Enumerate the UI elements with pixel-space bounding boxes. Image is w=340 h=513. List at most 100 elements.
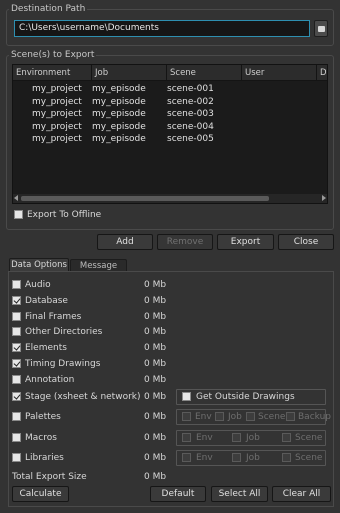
stage-size: 0 Mb — [144, 392, 167, 402]
macros-job-label: Job — [246, 433, 260, 443]
stage-checkbox[interactable] — [12, 392, 21, 401]
libraries-label: Libraries — [25, 453, 64, 463]
palettes-checkbox[interactable] — [12, 412, 21, 421]
scenes-table-header: Environment Job Scene User Da — [13, 65, 327, 81]
cell-scene: scene-005 — [167, 134, 214, 144]
palettes-scene-label: Scene — [258, 412, 286, 422]
macros-checkbox[interactable] — [12, 433, 21, 442]
export-offline-checkbox[interactable] — [14, 210, 23, 219]
cell-scene: scene-004 — [167, 121, 214, 132]
select-all-button[interactable]: Select All — [211, 486, 268, 502]
cell-job: my_episode — [92, 121, 146, 132]
libraries-size: 0 Mb — [144, 453, 167, 463]
clear-all-button[interactable]: Clear All — [272, 486, 331, 502]
remove-button[interactable]: Remove — [157, 234, 213, 250]
libraries-scene-label: Scene — [295, 453, 323, 463]
other-directories-size: 0 Mb — [144, 327, 167, 337]
table-row[interactable]: my_project my_episode scene-002 — [13, 96, 327, 109]
column-header-date[interactable]: Da — [317, 65, 327, 81]
tab-data-options[interactable]: Data Options — [9, 258, 69, 272]
palettes-job-checkbox[interactable] — [215, 412, 224, 421]
destination-path-legend: Destination Path — [11, 4, 86, 14]
palettes-scene-checkbox[interactable] — [246, 412, 255, 421]
elements-checkbox[interactable] — [12, 343, 21, 352]
column-header-environment[interactable]: Environment — [13, 65, 92, 81]
total-export-size-label: Total Export Size — [12, 472, 87, 482]
get-outside-drawings-label: Get Outside Drawings — [196, 392, 295, 402]
annotation-label: Annotation — [25, 375, 75, 385]
palettes-env-label: Env — [195, 412, 212, 422]
stage-label: Stage (xsheet & network) — [25, 392, 141, 402]
destination-path-input[interactable]: C:\Users\username\Documents — [14, 20, 310, 37]
palettes-env-checkbox[interactable] — [182, 412, 191, 421]
libraries-checkbox[interactable] — [12, 453, 21, 462]
macros-scene-checkbox[interactable] — [282, 433, 291, 442]
add-button[interactable]: Add — [97, 234, 153, 250]
libraries-env-checkbox[interactable] — [182, 453, 191, 462]
macros-env-checkbox[interactable] — [182, 433, 191, 442]
cell-scene: scene-002 — [167, 96, 214, 107]
table-row[interactable]: my_project my_episode scene-005 — [13, 133, 327, 146]
column-header-user[interactable]: User — [242, 65, 317, 81]
default-button[interactable]: Default — [150, 486, 206, 502]
annotation-size: 0 Mb — [144, 375, 167, 385]
browse-button[interactable] — [314, 20, 328, 37]
final-frames-checkbox[interactable] — [12, 312, 21, 321]
cell-environment: my_project — [32, 96, 82, 107]
close-button[interactable]: Close — [278, 234, 334, 250]
export-offline-label: Export To Offline — [27, 210, 102, 220]
elements-label: Elements — [25, 343, 67, 353]
column-header-job[interactable]: Job — [92, 65, 167, 81]
cell-scene: scene-001 — [167, 84, 214, 94]
table-row[interactable]: my_project my_episode scene-001 — [13, 83, 327, 96]
cell-job: my_episode — [92, 134, 146, 144]
total-export-size-value: 0 Mb — [144, 472, 167, 482]
macros-size: 0 Mb — [144, 433, 167, 443]
export-button[interactable]: Export — [217, 234, 274, 250]
timing-drawings-label: Timing Drawings — [25, 359, 101, 369]
palettes-label: Palettes — [25, 412, 61, 422]
libraries-job-label: Job — [246, 453, 260, 463]
libraries-job-checkbox[interactable] — [232, 453, 241, 462]
cell-job: my_episode — [92, 109, 146, 119]
column-header-scene[interactable]: Scene — [167, 65, 242, 81]
cell-environment: my_project — [32, 134, 82, 144]
database-label: Database — [25, 296, 68, 306]
macros-scene-label: Scene — [295, 433, 323, 443]
audio-label: Audio — [25, 280, 51, 290]
audio-size: 0 Mb — [144, 280, 167, 290]
palettes-job-label: Job — [228, 412, 242, 422]
cell-environment: my_project — [32, 109, 82, 119]
palettes-backup-label: Backup — [298, 412, 331, 422]
cell-job: my_episode — [92, 84, 146, 94]
cell-job: my_episode — [92, 96, 146, 107]
folder-icon — [318, 26, 325, 32]
scroll-right-icon[interactable] — [322, 195, 326, 201]
annotation-checkbox[interactable] — [12, 375, 21, 384]
audio-checkbox[interactable] — [12, 280, 21, 289]
database-checkbox[interactable] — [12, 296, 21, 305]
table-row[interactable]: my_project my_episode scene-003 — [13, 108, 327, 121]
table-row[interactable]: my_project my_episode scene-004 — [13, 121, 327, 134]
scenes-legend: Scene(s) to Export — [11, 50, 95, 60]
libraries-scene-checkbox[interactable] — [282, 453, 291, 462]
macros-env-label: Env — [196, 433, 213, 443]
calculate-button[interactable]: Calculate — [12, 486, 69, 502]
get-outside-drawings-checkbox[interactable] — [182, 392, 191, 401]
palettes-backup-checkbox[interactable] — [286, 412, 295, 421]
other-directories-checkbox[interactable] — [12, 327, 21, 336]
cell-environment: my_project — [32, 84, 82, 94]
elements-size: 0 Mb — [144, 343, 167, 353]
palettes-size: 0 Mb — [144, 412, 167, 422]
libraries-env-label: Env — [196, 453, 213, 463]
scenes-table[interactable]: Environment Job Scene User Da my_project… — [12, 64, 328, 204]
macros-label: Macros — [25, 433, 57, 443]
database-size: 0 Mb — [144, 296, 167, 306]
scroll-left-icon[interactable] — [14, 195, 18, 201]
final-frames-label: Final Frames — [25, 312, 82, 322]
cell-scene: scene-003 — [167, 109, 214, 119]
horizontal-scrollbar[interactable] — [13, 194, 327, 203]
scrollbar-thumb[interactable] — [21, 196, 269, 201]
timing-drawings-checkbox[interactable] — [12, 359, 21, 368]
macros-job-checkbox[interactable] — [232, 433, 241, 442]
